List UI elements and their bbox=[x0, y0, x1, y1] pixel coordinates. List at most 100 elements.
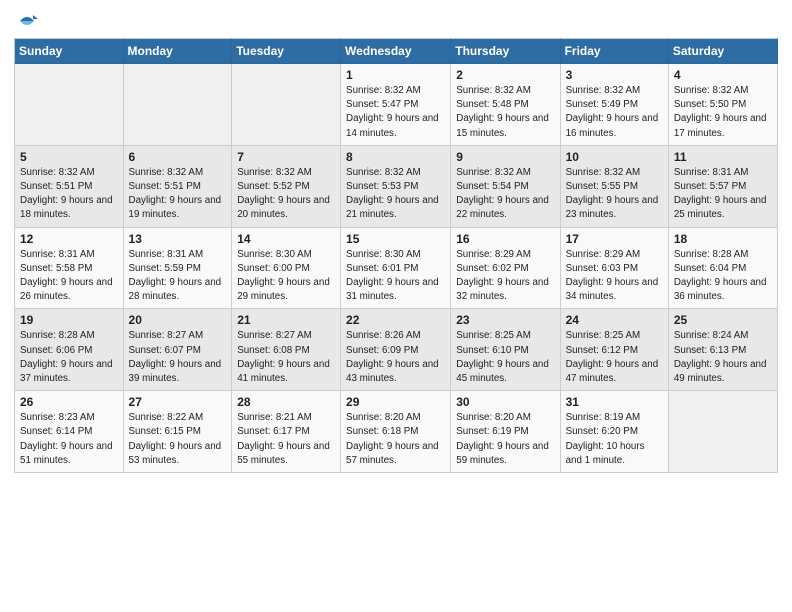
calendar-header: SundayMondayTuesdayWednesdayThursdayFrid… bbox=[15, 39, 778, 64]
calendar-cell bbox=[668, 391, 777, 473]
day-info: Sunrise: 8:30 AMSunset: 6:01 PMDaylight:… bbox=[346, 248, 445, 305]
logo-icon bbox=[16, 10, 38, 32]
day-info: Sunrise: 8:23 AMSunset: 6:14 PMDaylight:… bbox=[20, 411, 118, 468]
day-number: 29 bbox=[346, 395, 445, 409]
day-number: 9 bbox=[456, 150, 554, 164]
calendar-cell: 18 Sunrise: 8:28 AMSunset: 6:04 PMDayligh… bbox=[668, 227, 777, 309]
calendar-cell: 20 Sunrise: 8:27 AMSunset: 6:07 PMDayligh… bbox=[123, 309, 232, 391]
day-info: Sunrise: 8:30 AMSunset: 6:00 PMDaylight:… bbox=[237, 248, 335, 305]
day-number: 28 bbox=[237, 395, 335, 409]
calendar-cell: 22 Sunrise: 8:26 AMSunset: 6:09 PMDayligh… bbox=[341, 309, 451, 391]
calendar-cell: 7 Sunrise: 8:32 AMSunset: 5:52 PMDaylight… bbox=[232, 145, 341, 227]
day-number: 6 bbox=[129, 150, 227, 164]
day-info: Sunrise: 8:32 AMSunset: 5:55 PMDaylight:… bbox=[566, 166, 663, 223]
calendar-cell: 17Sunrise: 8:29 AMSunset: 6:03 PMDayligh… bbox=[560, 227, 668, 309]
day-info: Sunrise: 8:32 AMSunset: 5:51 PMDaylight:… bbox=[20, 166, 118, 223]
day-number: 30 bbox=[456, 395, 554, 409]
day-info: Sunrise: 8:25 AMSunset: 6:10 PMDaylight:… bbox=[456, 329, 554, 386]
calendar-cell: 9Sunrise: 8:32 AMSunset: 5:54 PMDaylight… bbox=[451, 145, 560, 227]
day-number: 5 bbox=[20, 150, 118, 164]
calendar-cell: 3 Sunrise: 8:32 AMSunset: 5:49 PMDaylight… bbox=[560, 64, 668, 146]
calendar-cell: 27Sunrise: 8:22 AMSunset: 6:15 PMDayligh… bbox=[123, 391, 232, 473]
day-of-week-header: Saturday bbox=[668, 39, 777, 64]
day-info: Sunrise: 8:32 AMSunset: 5:49 PMDaylight:… bbox=[566, 84, 663, 141]
day-info: Sunrise: 8:29 AMSunset: 6:03 PMDaylight:… bbox=[566, 248, 663, 305]
day-number: 1 bbox=[346, 68, 445, 82]
day-info: Sunrise: 8:20 AMSunset: 6:18 PMDaylight:… bbox=[346, 411, 445, 468]
day-number: 20 bbox=[129, 313, 227, 327]
calendar-cell: 16Sunrise: 8:29 AMSunset: 6:02 PMDayligh… bbox=[451, 227, 560, 309]
day-of-week-header: Sunday bbox=[15, 39, 124, 64]
day-number: 13 bbox=[129, 232, 227, 246]
day-info: Sunrise: 8:32 AMSunset: 5:52 PMDaylight:… bbox=[237, 166, 335, 223]
day-info: Sunrise: 8:32 AMSunset: 5:51 PMDaylight:… bbox=[129, 166, 227, 223]
calendar-cell: 2 Sunrise: 8:32 AMSunset: 5:48 PMDaylight… bbox=[451, 64, 560, 146]
day-info: Sunrise: 8:28 AMSunset: 6:04 PMDaylight:… bbox=[674, 248, 772, 305]
day-of-week-header: Tuesday bbox=[232, 39, 341, 64]
week-row: 19 Sunrise: 8:28 AMSunset: 6:06 PMDayligh… bbox=[15, 309, 778, 391]
calendar-cell: 13 Sunrise: 8:31 AMSunset: 5:59 PMDayligh… bbox=[123, 227, 232, 309]
calendar-cell: 25Sunrise: 8:24 AMSunset: 6:13 PMDayligh… bbox=[668, 309, 777, 391]
page: SundayMondayTuesdayWednesdayThursdayFrid… bbox=[0, 0, 792, 612]
logo bbox=[14, 10, 40, 32]
day-number: 8 bbox=[346, 150, 445, 164]
calendar-cell: 14 Sunrise: 8:30 AMSunset: 6:00 PMDayligh… bbox=[232, 227, 341, 309]
day-info: Sunrise: 8:32 AMSunset: 5:48 PMDaylight:… bbox=[456, 84, 554, 141]
week-row: 5 Sunrise: 8:32 AMSunset: 5:51 PMDaylight… bbox=[15, 145, 778, 227]
calendar-cell bbox=[232, 64, 341, 146]
day-info: Sunrise: 8:20 AMSunset: 6:19 PMDaylight:… bbox=[456, 411, 554, 468]
day-of-week-header: Monday bbox=[123, 39, 232, 64]
day-number: 19 bbox=[20, 313, 118, 327]
day-number: 12 bbox=[20, 232, 118, 246]
calendar-cell: 24 Sunrise: 8:25 AMSunset: 6:12 PMDayligh… bbox=[560, 309, 668, 391]
day-number: 10 bbox=[566, 150, 663, 164]
calendar-cell: 29 Sunrise: 8:20 AMSunset: 6:18 PMDayligh… bbox=[341, 391, 451, 473]
day-number: 18 bbox=[674, 232, 772, 246]
day-info: Sunrise: 8:24 AMSunset: 6:13 PMDaylight:… bbox=[674, 329, 772, 386]
day-number: 11 bbox=[674, 150, 772, 164]
day-number: 31 bbox=[566, 395, 663, 409]
day-info: Sunrise: 8:32 AMSunset: 5:47 PMDaylight:… bbox=[346, 84, 445, 141]
day-of-week-header: Friday bbox=[560, 39, 668, 64]
calendar-cell: 30 Sunrise: 8:20 AMSunset: 6:19 PMDayligh… bbox=[451, 391, 560, 473]
day-number: 4 bbox=[674, 68, 772, 82]
calendar-cell: 15 Sunrise: 8:30 AMSunset: 6:01 PMDayligh… bbox=[341, 227, 451, 309]
calendar-cell bbox=[123, 64, 232, 146]
day-info: Sunrise: 8:31 AMSunset: 5:57 PMDaylight:… bbox=[674, 166, 772, 223]
day-number: 22 bbox=[346, 313, 445, 327]
calendar-cell: 26Sunrise: 8:23 AMSunset: 6:14 PMDayligh… bbox=[15, 391, 124, 473]
day-info: Sunrise: 8:26 AMSunset: 6:09 PMDaylight:… bbox=[346, 329, 445, 386]
day-of-week-header: Thursday bbox=[451, 39, 560, 64]
day-number: 7 bbox=[237, 150, 335, 164]
day-number: 23 bbox=[456, 313, 554, 327]
calendar-cell: 21 Sunrise: 8:27 AMSunset: 6:08 PMDayligh… bbox=[232, 309, 341, 391]
day-of-week-header: Wednesday bbox=[341, 39, 451, 64]
day-info: Sunrise: 8:27 AMSunset: 6:07 PMDaylight:… bbox=[129, 329, 227, 386]
day-number: 16 bbox=[456, 232, 554, 246]
day-info: Sunrise: 8:19 AMSunset: 6:20 PMDaylight:… bbox=[566, 411, 663, 468]
calendar-cell: 8Sunrise: 8:32 AMSunset: 5:53 PMDaylight… bbox=[341, 145, 451, 227]
day-number: 24 bbox=[566, 313, 663, 327]
day-info: Sunrise: 8:22 AMSunset: 6:15 PMDaylight:… bbox=[129, 411, 227, 468]
day-number: 3 bbox=[566, 68, 663, 82]
day-number: 2 bbox=[456, 68, 554, 82]
calendar-cell: 12Sunrise: 8:31 AMSunset: 5:58 PMDayligh… bbox=[15, 227, 124, 309]
day-info: Sunrise: 8:25 AMSunset: 6:12 PMDaylight:… bbox=[566, 329, 663, 386]
day-info: Sunrise: 8:27 AMSunset: 6:08 PMDaylight:… bbox=[237, 329, 335, 386]
calendar-cell: 5 Sunrise: 8:32 AMSunset: 5:51 PMDaylight… bbox=[15, 145, 124, 227]
calendar-cell: 4Sunrise: 8:32 AMSunset: 5:50 PMDaylight… bbox=[668, 64, 777, 146]
calendar-cell: 28Sunrise: 8:21 AMSunset: 6:17 PMDayligh… bbox=[232, 391, 341, 473]
week-row: 26Sunrise: 8:23 AMSunset: 6:14 PMDayligh… bbox=[15, 391, 778, 473]
week-row: 12Sunrise: 8:31 AMSunset: 5:58 PMDayligh… bbox=[15, 227, 778, 309]
calendar-cell: 19 Sunrise: 8:28 AMSunset: 6:06 PMDayligh… bbox=[15, 309, 124, 391]
day-info: Sunrise: 8:28 AMSunset: 6:06 PMDaylight:… bbox=[20, 329, 118, 386]
calendar-cell bbox=[15, 64, 124, 146]
day-info: Sunrise: 8:31 AMSunset: 5:59 PMDaylight:… bbox=[129, 248, 227, 305]
calendar-cell: 31 Sunrise: 8:19 AMSunset: 6:20 PMDayligh… bbox=[560, 391, 668, 473]
day-number: 21 bbox=[237, 313, 335, 327]
calendar-table: SundayMondayTuesdayWednesdayThursdayFrid… bbox=[14, 38, 778, 473]
day-number: 14 bbox=[237, 232, 335, 246]
day-number: 15 bbox=[346, 232, 445, 246]
calendar-cell: 11 Sunrise: 8:31 AMSunset: 5:57 PMDayligh… bbox=[668, 145, 777, 227]
calendar-cell: 10 Sunrise: 8:32 AMSunset: 5:55 PMDayligh… bbox=[560, 145, 668, 227]
